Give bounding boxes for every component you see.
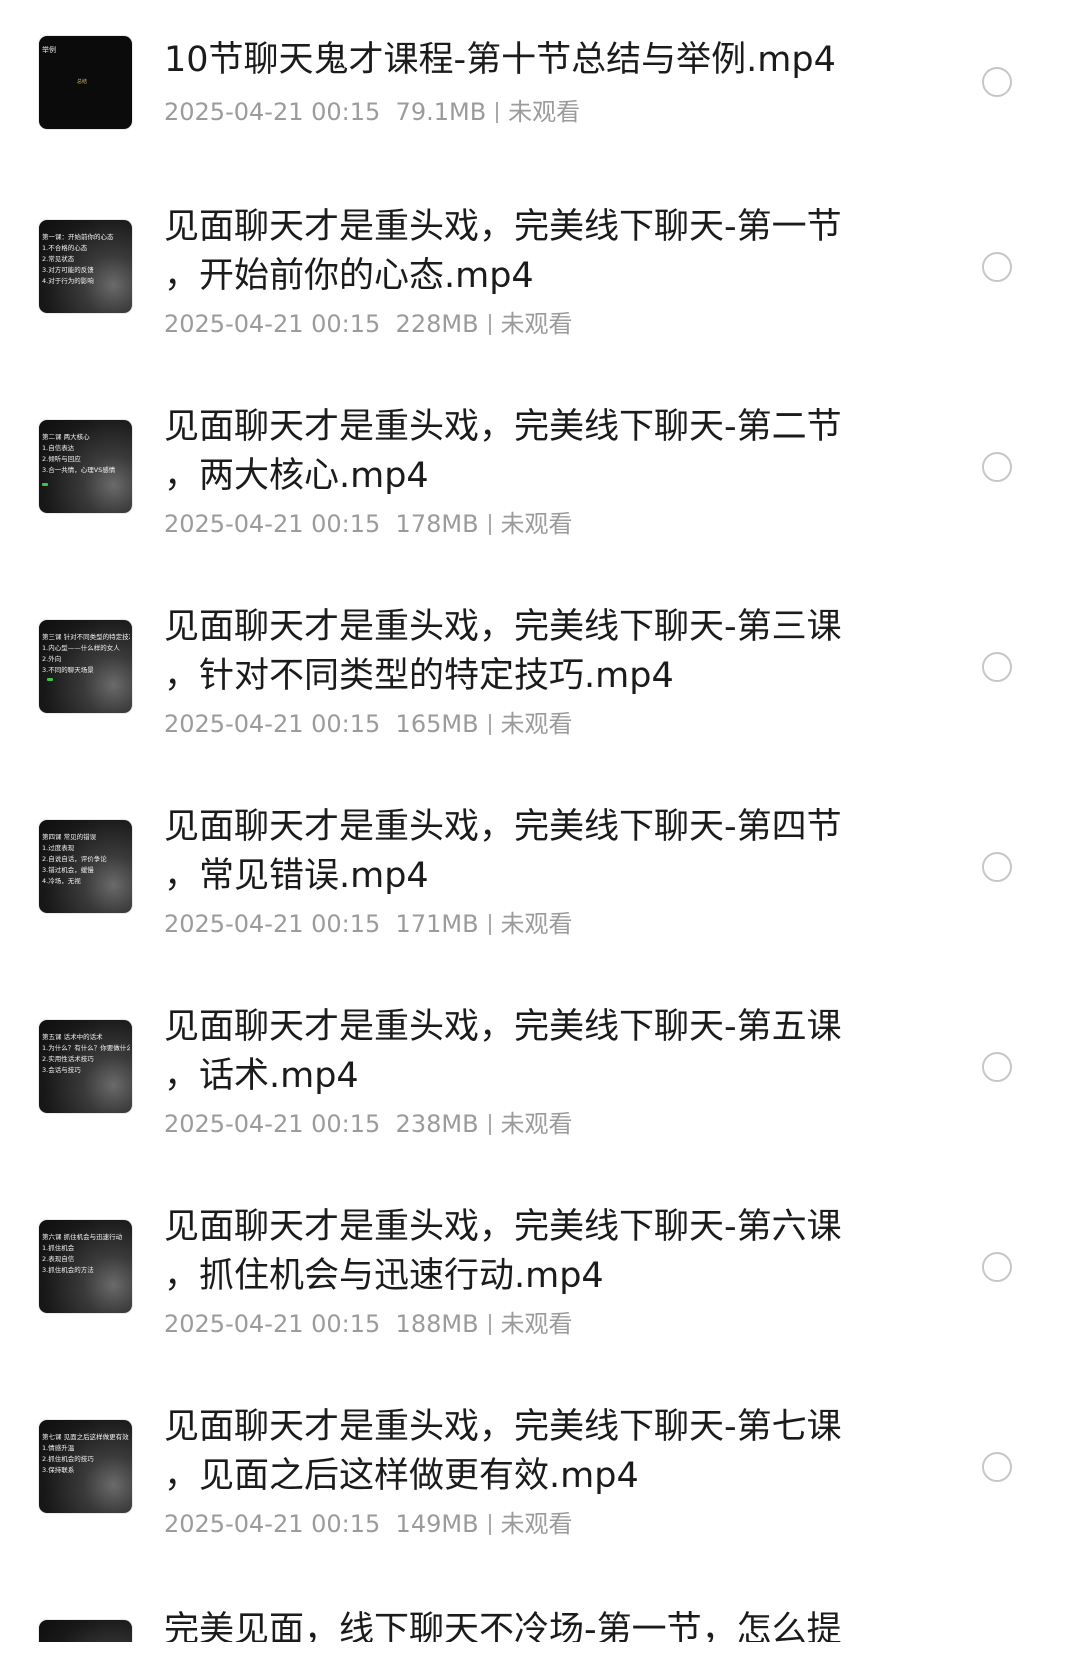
meta-divider	[488, 1114, 491, 1135]
thumbnail-text: 第二课 两大核心 1.自信表达 2.倾听与回应 3.合一共情，心理VS感情	[42, 433, 116, 474]
file-meta: 2025-04-21 00:15 165MB 未观看	[164, 704, 573, 739]
list-item[interactable]: 第三课 针对不同类型的特定技巧 1.内心型——什么样的女人 2.外向 3.不同的…	[0, 580, 1080, 780]
video-thumbnail: 第五课 话术中的话术 1.为什么？有什么？你要做什么 2.实用性话术技巧 3.会…	[39, 1020, 132, 1113]
file-size: 149MB	[395, 1510, 479, 1538]
file-size: 178MB	[395, 510, 479, 538]
video-thumbnail: 第六课 抓住机会与迅速行动 1.抓住机会 2.表现自信 3.抓住机会的方法	[39, 1220, 132, 1313]
file-title: 10节聊天鬼才课程-第十节总结与举例.mp4	[164, 40, 836, 80]
select-radio[interactable]	[982, 1252, 1012, 1282]
file-title: 见面聊天才是重头戏，完美线下聊天-第二节 ，两大核心.mp4	[164, 407, 842, 496]
file-title: 见面聊天才是重头戏，完美线下聊天-第五课 ，话术.mp4	[164, 1007, 842, 1096]
green-marker	[47, 678, 53, 681]
list-item[interactable]: 第四课 常见的错误 1.过度表现 2.自说自话，评价争论 3.错过机会，缓慢 4…	[0, 780, 1080, 980]
watch-status: 未观看	[500, 510, 573, 538]
green-marker	[42, 483, 48, 486]
watch-status: 未观看	[500, 710, 573, 738]
watch-status: 未观看	[500, 1110, 573, 1138]
meta-divider	[488, 914, 491, 935]
file-size: 188MB	[395, 1310, 479, 1338]
meta-divider	[488, 314, 491, 335]
file-meta: 2025-04-21 00:15 238MB 未观看	[164, 1104, 573, 1139]
file-title: 见面聊天才是重头戏，完美线下聊天-第七课 ，见面之后这样做更有效.mp4	[164, 1407, 842, 1496]
watch-status: 未观看	[500, 910, 573, 938]
file-title: 见面聊天才是重头戏，完美线下聊天-第三课 ，针对不同类型的特定技巧.mp4	[164, 607, 842, 696]
select-radio[interactable]	[982, 652, 1012, 682]
video-thumbnail: 第一课：开始前你的心态 1.不合格的心态 2.常见状态 3.对方可能的反馈 4.…	[39, 220, 132, 313]
select-radio[interactable]	[982, 252, 1012, 282]
select-radio[interactable]	[982, 1452, 1012, 1482]
thumbnail-text: 第六课 抓住机会与迅速行动 1.抓住机会 2.表现自信 3.抓住机会的方法	[42, 1233, 123, 1274]
list-item[interactable]: 第一课：开始前你的心态 1.不合格的心态 2.常见状态 3.对方可能的反馈 4.…	[0, 180, 1080, 380]
watch-status: 未观看	[500, 310, 573, 338]
file-meta: 2025-04-21 00:15 149MB 未观看	[164, 1504, 573, 1539]
watch-status: 未观看	[500, 1310, 573, 1338]
watch-status: 未观看	[508, 98, 581, 126]
file-meta: 2025-04-21 00:15 178MB 未观看	[164, 504, 573, 539]
thumbnail-text: 举例	[42, 46, 56, 54]
list-item[interactable]: 举例 总结 10节聊天鬼才课程-第十节总结与举例.mp4 2025-04-21 …	[0, 0, 1080, 200]
file-meta: 2025-04-21 00:15 188MB 未观看	[164, 1304, 573, 1339]
thumbnail-text: 第四课 常见的错误 1.过度表现 2.自说自话，评价争论 3.错过机会，缓慢 4…	[42, 833, 107, 885]
file-title: 完美见面，线下聊天不冷场-第一节，怎么提	[164, 1610, 842, 1642]
video-thumbnail: 第三课 针对不同类型的特定技巧 1.内心型——什么样的女人 2.外向 3.不同的…	[39, 620, 132, 713]
file-size: 228MB	[395, 310, 479, 338]
file-date: 2025-04-21 00:15	[164, 710, 381, 738]
file-size: 171MB	[395, 910, 479, 938]
file-size: 165MB	[395, 710, 479, 738]
list-item[interactable]: 第二课 两大核心 1.自信表达 2.倾听与回应 3.合一共情，心理VS感情 见面…	[0, 380, 1080, 580]
meta-divider	[488, 514, 491, 535]
file-meta: 2025-04-21 00:15 171MB 未观看	[164, 904, 573, 939]
select-radio[interactable]	[982, 67, 1012, 97]
file-date: 2025-04-21 00:15	[164, 1310, 381, 1338]
video-thumbnail	[39, 1620, 132, 1642]
list-item[interactable]: 第五课 话术中的话术 1.为什么？有什么？你要做什么 2.实用性话术技巧 3.会…	[0, 980, 1080, 1180]
file-date: 2025-04-21 00:15	[164, 1510, 381, 1538]
file-date: 2025-04-21 00:15	[164, 310, 381, 338]
thumbnail-text: 第五课 话术中的话术 1.为什么？有什么？你要做什么 2.实用性话术技巧 3.会…	[42, 1033, 130, 1074]
select-radio[interactable]	[982, 452, 1012, 482]
meta-divider	[488, 1314, 491, 1335]
file-date: 2025-04-21 00:15	[164, 510, 381, 538]
thumbnail-text: 第一课：开始前你的心态 1.不合格的心态 2.常见状态 3.对方可能的反馈 4.…	[42, 233, 114, 285]
meta-divider	[488, 1514, 491, 1535]
list-item[interactable]: 第七课 见面之后这样做更有效 1.情感升温 2.抓住机会的技巧 3.保持联系 见…	[0, 1380, 1080, 1580]
file-title: 见面聊天才是重头戏，完美线下聊天-第六课 ，抓住机会与迅速行动.mp4	[164, 1207, 842, 1296]
select-radio[interactable]	[982, 1052, 1012, 1082]
video-thumbnail: 第二课 两大核心 1.自信表达 2.倾听与回应 3.合一共情，心理VS感情	[39, 420, 132, 513]
file-size: 79.1MB	[395, 98, 487, 126]
thumbnail-caption: 总结	[77, 79, 88, 85]
file-date: 2025-04-21 00:15	[164, 910, 381, 938]
file-title: 见面聊天才是重头戏，完美线下聊天-第四节 ，常见错误.mp4	[164, 807, 842, 896]
watch-status: 未观看	[500, 1510, 573, 1538]
list-item[interactable]: 完美见面，线下聊天不冷场-第一节，怎么提	[0, 1580, 1080, 1642]
meta-divider	[488, 714, 491, 735]
select-radio[interactable]	[982, 852, 1012, 882]
video-thumbnail: 第七课 见面之后这样做更有效 1.情感升温 2.抓住机会的技巧 3.保持联系	[39, 1420, 132, 1513]
file-date: 2025-04-21 00:15	[164, 1110, 381, 1138]
file-meta: 2025-04-21 00:15 79.1MB 未观看	[164, 92, 580, 127]
video-thumbnail: 第四课 常见的错误 1.过度表现 2.自说自话，评价争论 3.错过机会，缓慢 4…	[39, 820, 132, 913]
thumbnail-text: 第七课 见面之后这样做更有效 1.情感升温 2.抓住机会的技巧 3.保持联系	[42, 1433, 129, 1474]
video-thumbnail: 举例 总结	[39, 36, 132, 129]
file-meta: 2025-04-21 00:15 228MB 未观看	[164, 304, 573, 339]
file-title: 见面聊天才是重头戏，完美线下聊天-第一节 ，开始前你的心态.mp4	[164, 207, 842, 296]
file-date: 2025-04-21 00:15	[164, 98, 381, 126]
meta-divider	[496, 102, 499, 123]
file-size: 238MB	[395, 1110, 479, 1138]
thumbnail-text: 第三课 针对不同类型的特定技巧 1.内心型——什么样的女人 2.外向 3.不同的…	[42, 633, 130, 674]
list-item[interactable]: 第六课 抓住机会与迅速行动 1.抓住机会 2.表现自信 3.抓住机会的方法 见面…	[0, 1180, 1080, 1380]
file-list: 举例 总结 10节聊天鬼才课程-第十节总结与举例.mp4 2025-04-21 …	[0, 0, 1080, 1674]
